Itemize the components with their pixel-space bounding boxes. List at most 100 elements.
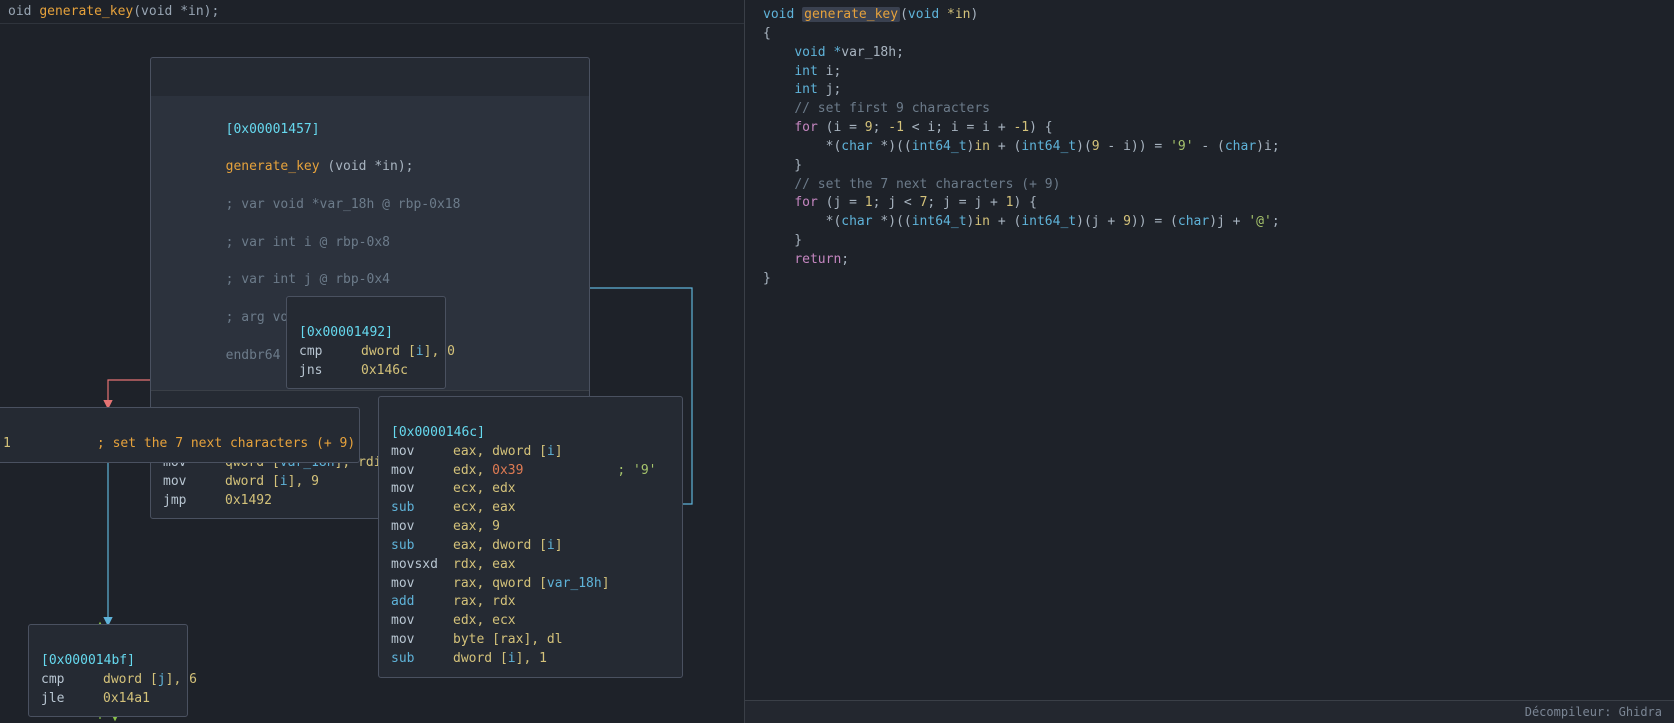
- token-plain: }: [763, 158, 802, 173]
- token-plain: [763, 45, 794, 60]
- code-line[interactable]: // set the 7 next characters (+ 9): [763, 176, 1656, 195]
- token-plain: )(: [1076, 139, 1092, 154]
- opcode: mov: [391, 612, 453, 631]
- opcode: sub: [391, 499, 453, 518]
- token-plain: [763, 120, 794, 135]
- token-num: 9: [1092, 139, 1100, 154]
- token-plain: *)((: [880, 214, 911, 229]
- immediate: 1: [539, 651, 547, 666]
- disassembly-graph-panel[interactable]: oid generate_key(void *in);: [0, 0, 745, 723]
- token-plain: ;: [1272, 214, 1280, 229]
- opcode: add: [391, 593, 453, 612]
- token-num: 1: [1006, 195, 1014, 210]
- code-line[interactable]: int i;: [763, 63, 1656, 82]
- code-line[interactable]: void *var_18h;: [763, 44, 1656, 63]
- token-plain: [763, 101, 794, 116]
- code-line[interactable]: }: [763, 157, 1656, 176]
- node-0x146c[interactable]: [0x0000146c] moveax, dword [i] movedx, 0…: [378, 396, 683, 678]
- token-plain: j;: [818, 82, 841, 97]
- operand: dword [: [103, 672, 158, 687]
- opcode: jle: [41, 690, 103, 709]
- graph-area[interactable]: [0x00001457] generate_key (void *in); ; …: [0, 24, 744, 723]
- node-address: [0x000014bf]: [41, 653, 135, 668]
- code-line[interactable]: }: [763, 270, 1656, 289]
- operand: ]: [602, 576, 610, 591]
- code-line[interactable]: *(char *)((int64_t)in + (int64_t)(j + 9)…: [763, 213, 1656, 232]
- token-num: -1: [1013, 120, 1029, 135]
- jump-target[interactable]: 0x146c: [361, 363, 408, 378]
- token-type: int: [794, 64, 817, 79]
- token-plain: ) {: [1029, 120, 1052, 135]
- token-plain: - i)) =: [1100, 139, 1170, 154]
- operand: eax, dword [: [453, 538, 547, 553]
- node-0x1492[interactable]: [0x00001492] cmpdword [i], 0 jns0x146c: [286, 296, 446, 389]
- header-prefix: oid: [8, 4, 39, 19]
- operand: eax,: [453, 519, 492, 534]
- token-plain: [763, 252, 794, 267]
- code-line[interactable]: }: [763, 232, 1656, 251]
- token-kw: for: [794, 195, 817, 210]
- code-line[interactable]: for (i = 9; -1 < i; i = i + -1) {: [763, 119, 1656, 138]
- var-ref: i: [416, 344, 424, 359]
- token-plain: )i;: [1256, 139, 1279, 154]
- decompiled-code[interactable]: void generate_key(void *in){ void *var_1…: [745, 0, 1674, 295]
- code-line[interactable]: *(char *)((int64_t)in + (int64_t)(9 - i)…: [763, 138, 1656, 157]
- opcode: movsxd: [391, 556, 453, 575]
- operands: ecx, eax: [453, 500, 516, 515]
- var-ref: i: [508, 651, 516, 666]
- code-line[interactable]: void generate_key(void *in): [763, 6, 1656, 25]
- token-type: int64_t: [1021, 214, 1076, 229]
- operand: eax, dword [: [453, 444, 547, 459]
- opcode: jmp: [163, 492, 225, 511]
- token-plain: [763, 82, 794, 97]
- opcode: sub: [391, 650, 453, 669]
- code-line[interactable]: for (j = 1; j < 7; j = j + 1) {: [763, 194, 1656, 213]
- operand: ],: [166, 672, 189, 687]
- jump-target[interactable]: 0x14a1: [103, 691, 150, 706]
- token-plain: (i =: [818, 120, 865, 135]
- opcode: cmp: [299, 343, 361, 362]
- immediate: 1: [3, 436, 11, 451]
- node-func-name: generate_key: [226, 159, 320, 174]
- jump-target[interactable]: 0x1492: [225, 493, 272, 508]
- opcode: mov: [391, 480, 453, 499]
- node-0x14bf[interactable]: [0x000014bf] cmpdword [j], 6 jle0x14a1: [28, 624, 188, 717]
- token-plain: ; j <: [873, 195, 920, 210]
- decompiler-panel[interactable]: void generate_key(void *in){ void *var_1…: [745, 0, 1674, 723]
- opcode: cmp: [41, 671, 103, 690]
- immediate: 6: [189, 672, 197, 687]
- operand: dword [: [453, 651, 508, 666]
- operands: edx, ecx: [453, 613, 516, 628]
- header-func-name: generate_key: [39, 4, 133, 19]
- token-str: '9': [1170, 139, 1193, 154]
- token-num: 9: [865, 120, 873, 135]
- token-num: -1: [888, 120, 904, 135]
- token-plain: )) = (: [1131, 214, 1178, 229]
- endbr: endbr64: [226, 348, 281, 363]
- immediate: 0: [447, 344, 455, 359]
- token-plain: ): [971, 7, 979, 22]
- operand: ],: [516, 651, 539, 666]
- token-plain: [763, 195, 794, 210]
- operand: dword [: [225, 474, 280, 489]
- token-plain: )j +: [1209, 214, 1248, 229]
- code-line[interactable]: int j;: [763, 81, 1656, 100]
- token-plain: var_18h;: [841, 45, 904, 60]
- token-reg: in: [974, 139, 990, 154]
- operand: ],: [288, 474, 311, 489]
- operand: edx,: [453, 463, 492, 478]
- token-plain: - (: [1194, 139, 1225, 154]
- token-plain: < i; i = i +: [904, 120, 1014, 135]
- token-plain: *(: [763, 139, 841, 154]
- token-type: int: [794, 82, 817, 97]
- code-line[interactable]: {: [763, 25, 1656, 44]
- code-line[interactable]: // set first 9 characters: [763, 100, 1656, 119]
- var-ref: i: [280, 474, 288, 489]
- opcode: mov: [163, 473, 225, 492]
- token-reg: in: [974, 214, 990, 229]
- token-plain: ; j = j +: [927, 195, 1005, 210]
- token-kw: return: [794, 252, 841, 267]
- node-left-truncated[interactable]: 1 ; set the 7 next characters (+ 9): [0, 407, 360, 463]
- code-line[interactable]: return;: [763, 251, 1656, 270]
- status-bar: Décompileur: Ghidra: [745, 700, 1674, 723]
